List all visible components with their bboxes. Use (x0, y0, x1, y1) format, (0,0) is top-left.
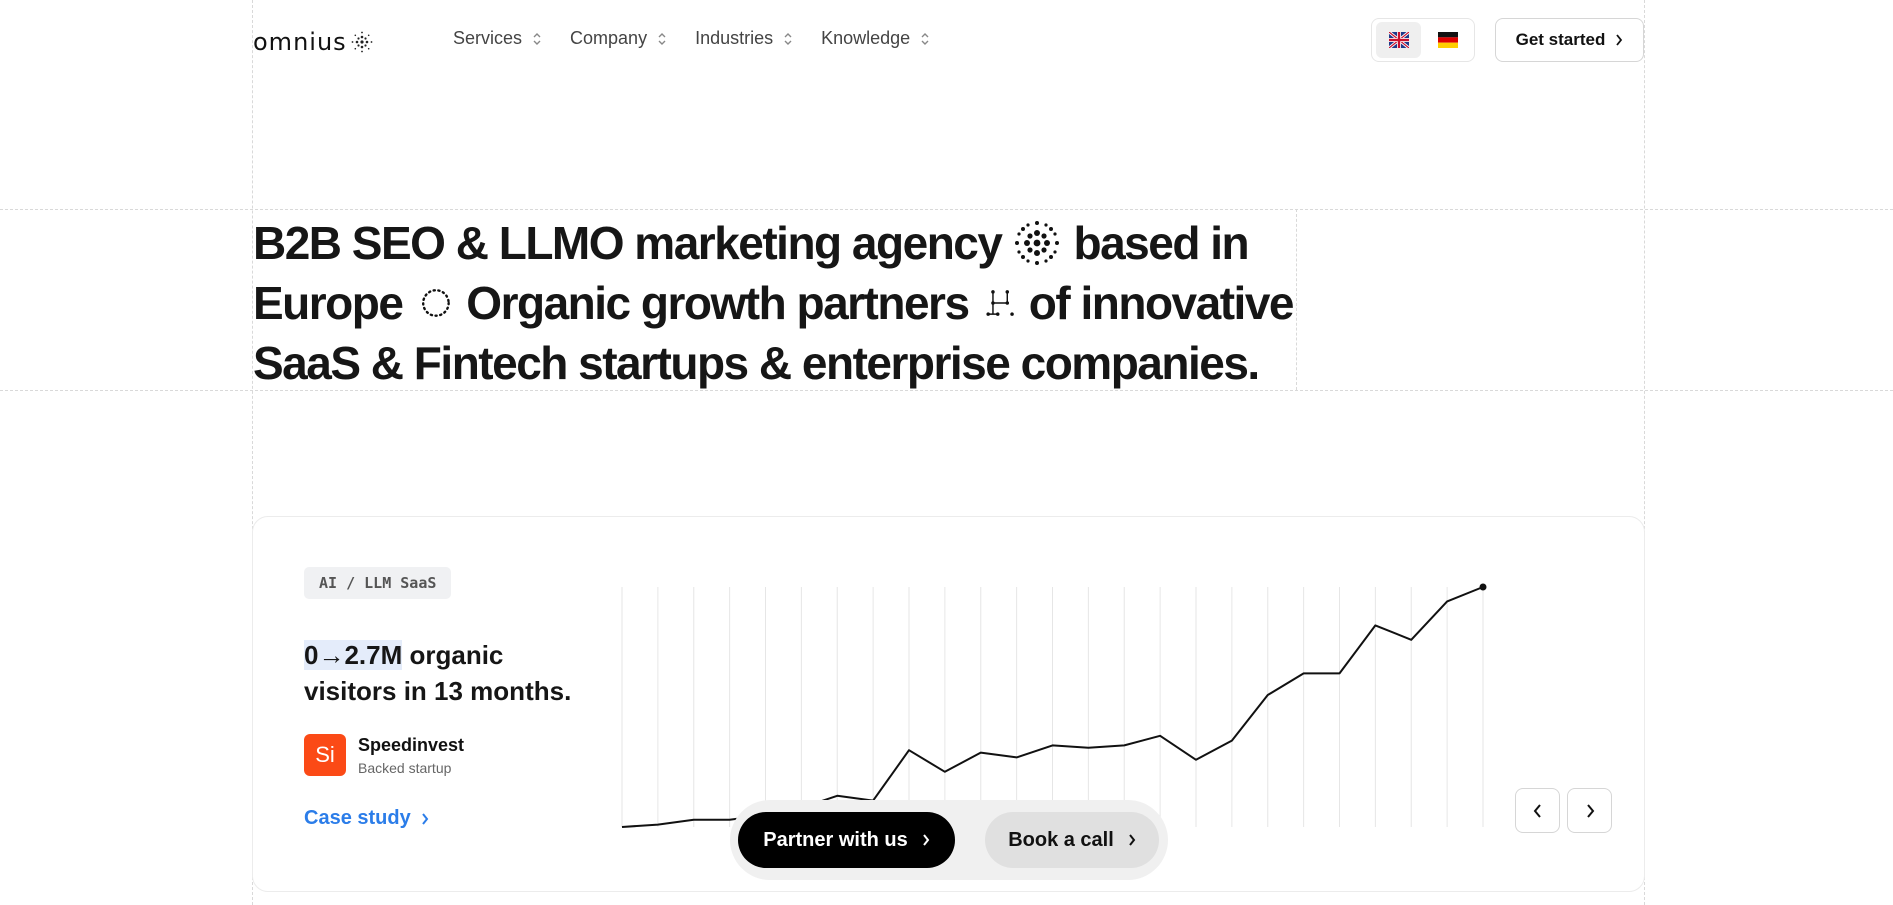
guide-line-hero (1296, 209, 1297, 390)
nav-item-label: Company (570, 28, 648, 48)
nav-item-company[interactable]: Company (570, 28, 667, 49)
hero-line-2: Europe Organic growth partners of innova… (253, 273, 1295, 333)
get-started-label: Get started (1515, 30, 1606, 49)
client-info: Si Speedinvest Backed startup (304, 734, 464, 776)
partner-with-us-button[interactable]: Partner with us (738, 812, 955, 868)
nav-item-label: Services (453, 28, 523, 48)
case-study-link[interactable]: Case study (304, 807, 429, 830)
case-headline: 0→2.7M organic visitors in 13 months. (304, 637, 574, 709)
hero-text: Organic growth partners (466, 277, 970, 329)
chevron-up-down-icon (921, 32, 929, 45)
hero-text: Europe (253, 277, 404, 329)
book-a-call-label: Book a call (1008, 828, 1114, 851)
chevron-right-icon (1616, 34, 1623, 46)
category-tag: AI / LLM SaaS (304, 567, 452, 599)
nav-item-industries[interactable]: Industries (695, 28, 793, 49)
site-header: omnius Services Company Industries Knowl… (0, 0, 1893, 80)
node-network-icon (985, 290, 1014, 316)
nav-item-label: Knowledge (821, 28, 911, 48)
partner-with-us-label: Partner with us (763, 828, 908, 851)
nav-item-knowledge[interactable]: Knowledge (821, 28, 930, 49)
floating-cta-bar: Partner with us Book a call (730, 800, 1168, 880)
logo-mark-icon (351, 31, 373, 53)
german-flag-icon (1437, 32, 1458, 48)
hero-text: SaaS & Fintech startups & enterprise com… (253, 337, 1260, 389)
nav-item-label: Industries (695, 28, 774, 48)
dotted-circle-icon (422, 289, 451, 317)
chevron-left-icon (1533, 803, 1541, 818)
language-en-button[interactable] (1376, 22, 1421, 58)
case-study-label: Case study (304, 807, 411, 829)
growth-chart (621, 583, 1487, 828)
chevron-right-icon (1129, 834, 1136, 846)
nav-item-services[interactable]: Services (453, 28, 542, 49)
uk-flag-icon (1388, 32, 1409, 48)
book-a-call-button[interactable]: Book a call (985, 812, 1159, 868)
client-subtitle: Backed startup (358, 759, 452, 776)
main-nav: Services Company Industries Knowledge (453, 28, 958, 49)
hero-text: B2B SEO & LLMO marketing agency (253, 217, 1003, 269)
chart-endpoint (1479, 583, 1487, 591)
dot-sphere-icon (1015, 221, 1060, 265)
hero-line-3: SaaS & Fintech startups & enterprise com… (253, 333, 1293, 393)
guide-line-hero-top (0, 209, 1893, 210)
headline-highlight: 0→2.7M (304, 640, 403, 670)
previous-button[interactable] (1515, 788, 1560, 833)
hero-text: based in (1073, 217, 1249, 269)
client-name: Speedinvest (358, 734, 465, 755)
chevron-up-down-icon (658, 32, 666, 45)
hero-text: of innovative (1028, 277, 1295, 329)
chevron-right-icon (1586, 803, 1594, 818)
chevron-up-down-icon (533, 32, 541, 45)
chevron-right-icon (922, 834, 930, 846)
client-logo: Si (304, 734, 346, 776)
hero-line-1: B2B SEO & LLMO marketing agency based in (253, 213, 1293, 273)
chevron-up-down-icon (784, 32, 792, 45)
logo[interactable]: omnius (253, 28, 373, 56)
chevron-right-icon (421, 812, 428, 825)
language-switcher (1371, 18, 1475, 62)
get-started-button[interactable]: Get started (1495, 18, 1644, 62)
hero-heading: B2B SEO & LLMO marketing agency based in… (253, 213, 1295, 393)
next-button[interactable] (1567, 788, 1612, 833)
language-de-button[interactable] (1425, 22, 1470, 58)
logo-text: omnius (253, 28, 347, 56)
